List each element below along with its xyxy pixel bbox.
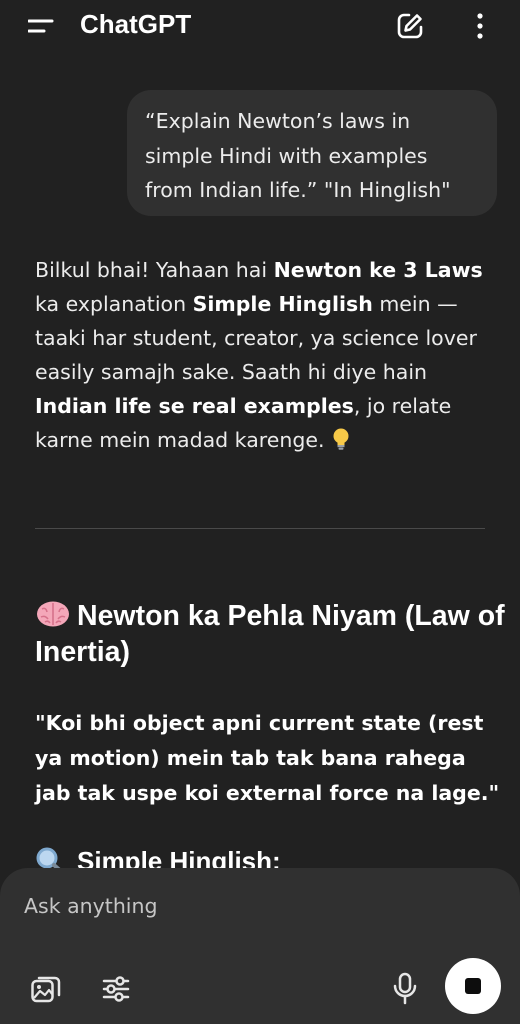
message-composer (0, 868, 520, 1024)
menu-icon[interactable] (28, 16, 54, 36)
section-divider (35, 528, 485, 529)
intro-text-2: ka explanation (35, 292, 193, 316)
top-bar: ChatGPT (0, 0, 520, 52)
image-attach-icon[interactable] (30, 973, 62, 1005)
assistant-intro-paragraph: Bilkul bhai! Yahaan hai Newton ke 3 Laws… (35, 253, 505, 457)
stop-generating-button[interactable] (445, 958, 501, 1014)
brain-icon (37, 601, 69, 627)
intro-bold-1: Newton ke 3 Laws (273, 258, 483, 282)
more-vertical-icon[interactable] (470, 12, 490, 40)
lightbulb-icon (333, 428, 349, 450)
message-input[interactable] (24, 894, 424, 918)
section-heading-text: Newton ka Pehla Niyam (Law of Inertia) (35, 600, 505, 668)
user-message-bubble: “Explain Newton’s laws in simple Hindi w… (127, 90, 497, 216)
new-chat-edit-icon[interactable] (396, 12, 424, 40)
microphone-icon[interactable] (392, 972, 418, 1006)
sliders-icon[interactable] (102, 973, 130, 1005)
section-heading: Newton ka Pehla Niyam (Law of Inertia) (35, 598, 505, 670)
intro-text-1: Bilkul bhai! Yahaan hai (35, 258, 274, 282)
app-title: ChatGPT (80, 9, 192, 39)
intro-bold-2: Simple Hinglish (192, 292, 373, 316)
stop-icon (465, 978, 481, 994)
intro-bold-3: Indian life se real examples (35, 394, 354, 418)
law-quote: "Koi bhi object apni current state (rest… (35, 711, 500, 805)
